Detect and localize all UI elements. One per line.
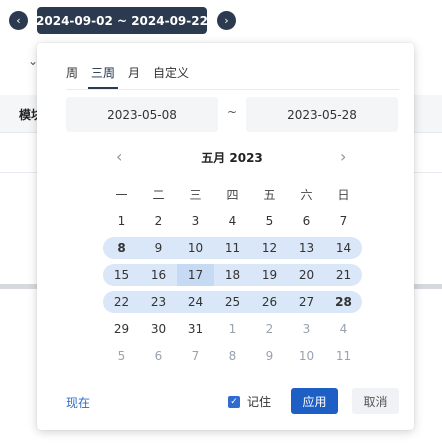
- calendar-day[interactable]: 27: [288, 291, 325, 313]
- calendar-day-range-end[interactable]: 28: [325, 291, 362, 313]
- next-range-button[interactable]: ›: [217, 11, 236, 30]
- weekday-label: 六: [300, 188, 313, 202]
- calendar-day[interactable]: 24: [177, 291, 214, 313]
- weekday-label: 一: [115, 188, 128, 202]
- date-separator: ~: [227, 105, 238, 119]
- remember-option[interactable]: ✓ 记住: [228, 393, 271, 410]
- calendar-day[interactable]: 18: [214, 264, 251, 286]
- previous-range-button[interactable]: ‹: [9, 11, 28, 30]
- end-date-input[interactable]: 2023-05-28: [246, 97, 398, 132]
- calendar-day[interactable]: 7: [325, 210, 362, 232]
- calendar-day[interactable]: 11: [214, 237, 251, 259]
- date-range-picker: 周 三周 月 自定义 2023-05-08 ~ 2023-05-28 ‹ 五月 …: [37, 43, 414, 430]
- calendar-day-next-month[interactable]: 10: [288, 345, 325, 367]
- chevron-left-icon: ‹: [16, 14, 21, 27]
- calendar-day[interactable]: 26: [251, 291, 288, 313]
- weekday-header: 一 二 三 四 五 六 日: [103, 183, 362, 208]
- calendar-day-next-month[interactable]: 9: [251, 345, 288, 367]
- month-title: 五月 2023: [201, 151, 263, 165]
- start-date-input[interactable]: 2023-05-08: [66, 97, 218, 132]
- next-month-icon[interactable]: ›: [340, 147, 346, 166]
- calendar-day-next-month[interactable]: 4: [325, 318, 362, 340]
- calendar-day[interactable]: 31: [177, 318, 214, 340]
- calendar-day-range-start[interactable]: 8: [103, 237, 140, 259]
- date-range-button[interactable]: 2024-09-02 ~ 2024-09-22: [36, 7, 208, 34]
- weekday-label: 二: [152, 188, 165, 202]
- calendar-day[interactable]: 16: [140, 264, 177, 286]
- calendar-day[interactable]: 10: [177, 237, 214, 259]
- remember-label: 记住: [247, 395, 272, 409]
- weekday-label: 五: [263, 188, 276, 202]
- tabs-divider: [66, 89, 399, 90]
- weekday-label: 日: [337, 188, 350, 202]
- calendar-day[interactable]: 1: [103, 210, 140, 232]
- calendar-day-next-month[interactable]: 6: [140, 345, 177, 367]
- previous-month-icon[interactable]: ‹: [116, 147, 122, 166]
- calendar-day-today[interactable]: 17: [177, 264, 214, 286]
- calendar-day-next-month[interactable]: 3: [288, 318, 325, 340]
- remember-checkbox[interactable]: ✓: [228, 395, 240, 408]
- calendar-day[interactable]: 21: [325, 264, 362, 286]
- calendar-day[interactable]: 12: [251, 237, 288, 259]
- calendar-day-next-month[interactable]: 11: [325, 345, 362, 367]
- calendar-day-next-month[interactable]: 2: [251, 318, 288, 340]
- calendar-day[interactable]: 3: [177, 210, 214, 232]
- calendar-day[interactable]: 14: [325, 237, 362, 259]
- calendar-day[interactable]: 15: [103, 264, 140, 286]
- calendar-day[interactable]: 19: [251, 264, 288, 286]
- tab-custom[interactable]: 自定义: [153, 64, 189, 84]
- chevron-right-icon: ›: [224, 14, 229, 27]
- weekday-label: 三: [189, 188, 202, 202]
- tab-month[interactable]: 月: [128, 64, 140, 84]
- weekday-label: 四: [226, 188, 239, 202]
- tab-week[interactable]: 周: [66, 64, 78, 84]
- calendar-day[interactable]: 23: [140, 291, 177, 313]
- calendar-day[interactable]: 29: [103, 318, 140, 340]
- calendar-week: 1 2 3 4 5 6 7: [103, 208, 362, 235]
- calendar-day[interactable]: 22: [103, 291, 140, 313]
- tab-three-weeks[interactable]: 三周: [88, 64, 119, 89]
- calendar-day-next-month[interactable]: 1: [214, 318, 251, 340]
- calendar-day[interactable]: 5: [251, 210, 288, 232]
- calendar-grid: 一 二 三 四 五 六 日 1 2 3 4 5 6 7 8 9 10 11 12…: [103, 183, 362, 370]
- apply-button[interactable]: 应用: [291, 388, 338, 414]
- cancel-button[interactable]: 取消: [352, 388, 399, 414]
- calendar-week: 15 16 17 18 19 20 21: [103, 262, 362, 289]
- calendar-day[interactable]: 13: [288, 237, 325, 259]
- calendar-week: 22 23 24 25 26 27 28: [103, 289, 362, 316]
- calendar-week: 5 6 7 8 9 10 11: [103, 343, 362, 370]
- calendar-day[interactable]: 25: [214, 291, 251, 313]
- calendar-day[interactable]: 30: [140, 318, 177, 340]
- calendar-day-next-month[interactable]: 5: [103, 345, 140, 367]
- calendar-day[interactable]: 20: [288, 264, 325, 286]
- calendar-day[interactable]: 4: [214, 210, 251, 232]
- period-tabs: 周 三周 月 自定义: [66, 64, 202, 89]
- calendar-day[interactable]: 2: [140, 210, 177, 232]
- now-link[interactable]: 现在: [66, 394, 90, 411]
- calendar-day-next-month[interactable]: 7: [177, 345, 214, 367]
- calendar-day[interactable]: 6: [288, 210, 325, 232]
- calendar-week: 8 9 10 11 12 13 14: [103, 235, 362, 262]
- calendar-day-next-month[interactable]: 8: [214, 345, 251, 367]
- calendar-day[interactable]: 9: [140, 237, 177, 259]
- calendar-week: 29 30 31 1 2 3 4: [103, 316, 362, 343]
